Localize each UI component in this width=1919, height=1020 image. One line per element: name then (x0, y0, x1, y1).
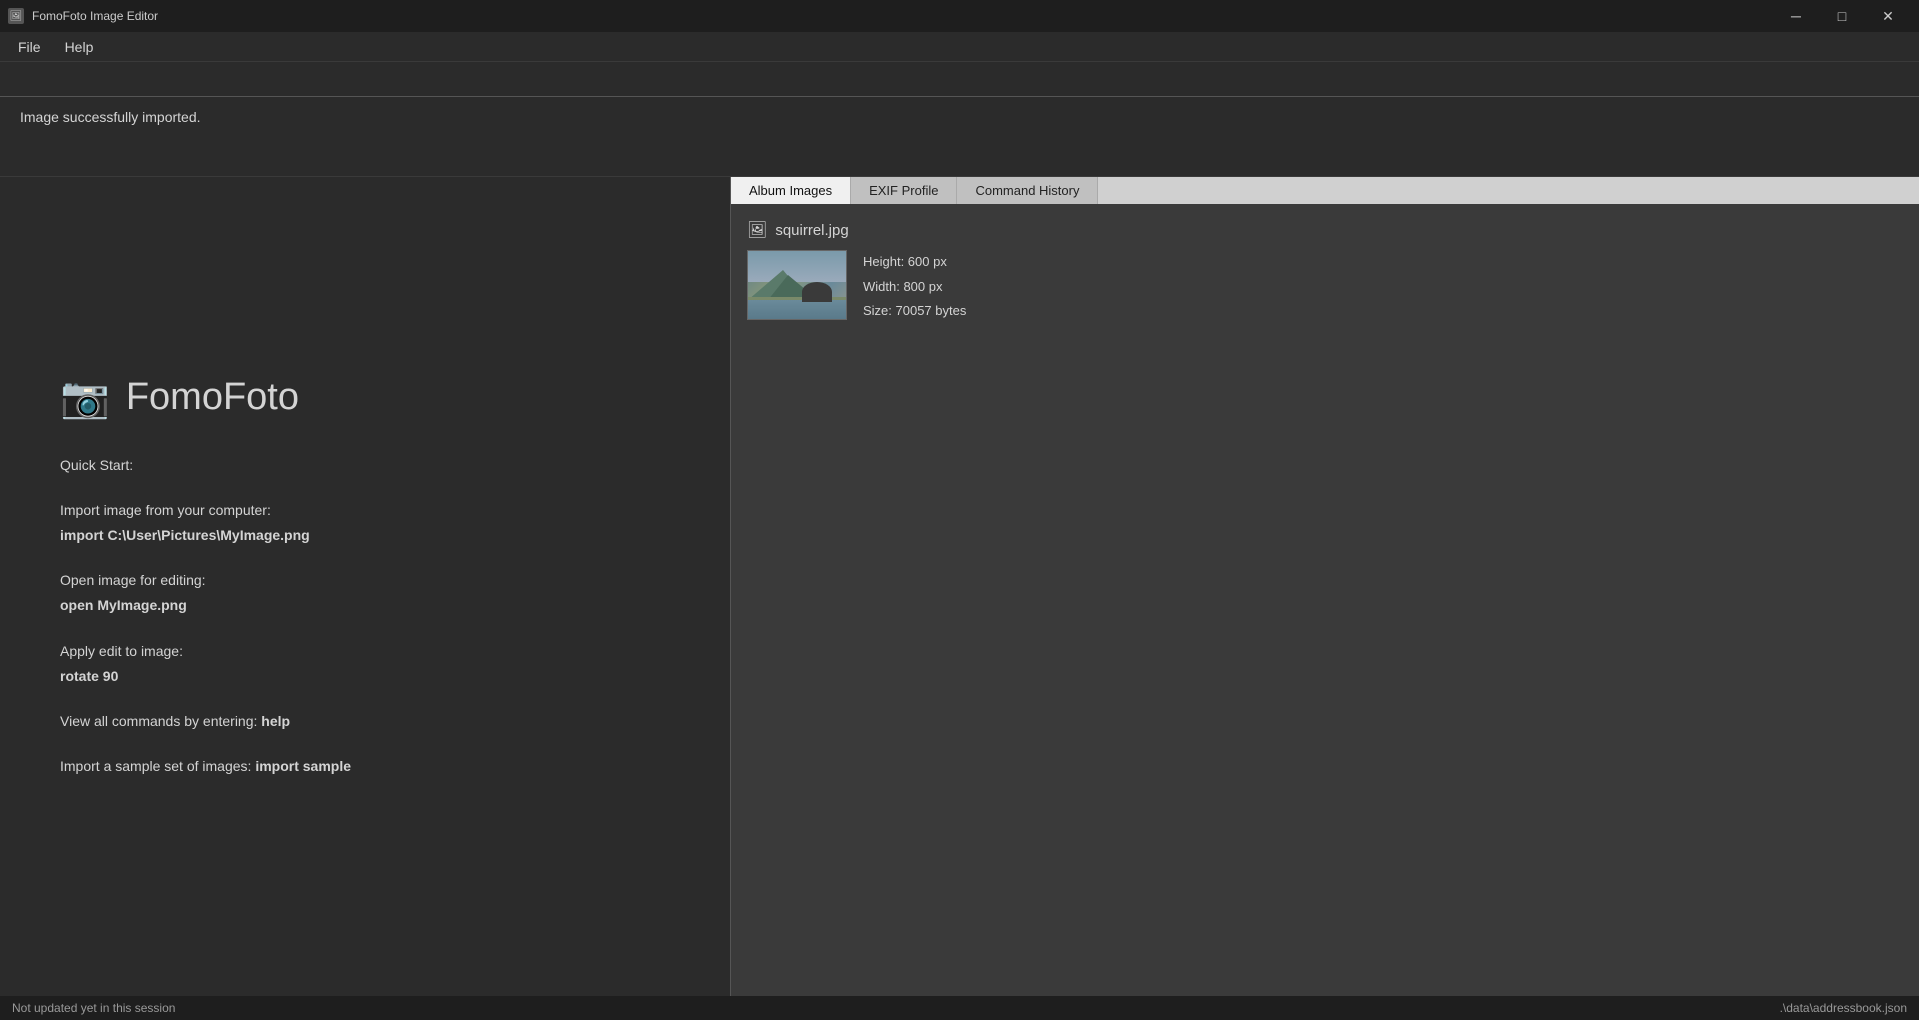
window-title: FomoFoto Image Editor (32, 9, 158, 23)
left-panel: 📷 FomoFoto Quick Start: Import image fro… (0, 177, 730, 996)
image-filename: squirrel.jpg (775, 222, 848, 239)
menu-help[interactable]: Help (55, 35, 104, 59)
quickstart-sample: Import a sample set of images: import sa… (60, 754, 351, 779)
tab-exif-profile[interactable]: EXIF Profile (851, 177, 957, 204)
tab-album-images[interactable]: Album Images (731, 177, 851, 204)
quickstart-apply: Apply edit to image: rotate 90 (60, 639, 351, 689)
title-bar-left: 🖼 FomoFoto Image Editor (8, 8, 158, 24)
tabs: Album Images EXIF Profile Command Histor… (731, 177, 1919, 204)
status-right: .\data\addressbook.json (1780, 1001, 1907, 1015)
command-area (0, 62, 1919, 97)
status-message: Image successfully imported. (20, 109, 201, 125)
command-input[interactable] (12, 70, 1907, 86)
image-height: Height: 600 px (863, 250, 966, 275)
quick-start: Quick Start: Import image from your comp… (60, 453, 351, 800)
image-entry: 🖼 squirrel.jpg Height: 600 px Width: (747, 220, 1903, 324)
quickstart-open: Open image for editing: open MyImage.png (60, 568, 351, 618)
status-bar: Not updated yet in this session .\data\a… (0, 996, 1919, 1020)
tab-command-history[interactable]: Command History (957, 177, 1098, 204)
status-left: Not updated yet in this session (12, 1001, 175, 1015)
image-file-icon: 🖼 (747, 220, 767, 240)
minimize-button[interactable]: ─ (1773, 0, 1819, 32)
quickstart-help: View all commands by entering: help (60, 709, 351, 734)
window-controls: ─ □ ✕ (1773, 0, 1911, 32)
menu-bar: File Help (0, 32, 1919, 62)
image-filename-row: 🖼 squirrel.jpg (747, 220, 1903, 240)
image-width: Width: 800 px (863, 275, 966, 300)
image-thumbnail (747, 250, 847, 320)
menu-file[interactable]: File (8, 35, 51, 59)
camera-icon: 📷 (60, 374, 110, 421)
app-logo: 📷 FomoFoto (60, 374, 299, 421)
image-details-row: Height: 600 px Width: 800 px Size: 70057… (747, 250, 1903, 324)
quickstart-header: Quick Start: (60, 453, 351, 478)
image-size: Size: 70057 bytes (863, 299, 966, 324)
quickstart-import: Import image from your computer: import … (60, 498, 351, 548)
app-name: FomoFoto (126, 376, 299, 419)
status-message-bar: Image successfully imported. (0, 97, 1919, 177)
close-button[interactable]: ✕ (1865, 0, 1911, 32)
app-icon: 🖼 (8, 8, 24, 24)
image-meta: Height: 600 px Width: 800 px Size: 70057… (863, 250, 966, 324)
maximize-button[interactable]: □ (1819, 0, 1865, 32)
right-panel: Album Images EXIF Profile Command Histor… (730, 177, 1919, 996)
tab-content-album-images: 🖼 squirrel.jpg Height: 600 px Width: (731, 204, 1919, 996)
title-bar: 🖼 FomoFoto Image Editor ─ □ ✕ (0, 0, 1919, 32)
main-content: 📷 FomoFoto Quick Start: Import image fro… (0, 177, 1919, 996)
